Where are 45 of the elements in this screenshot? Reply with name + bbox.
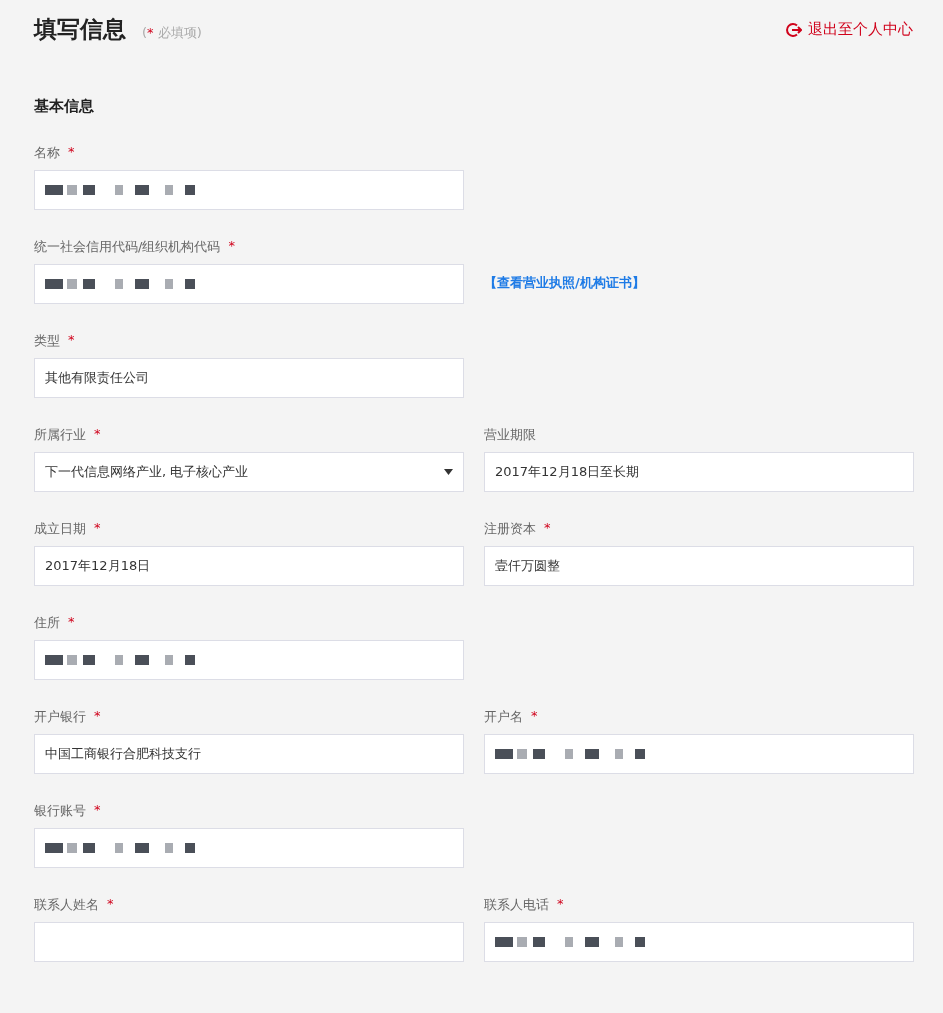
field-label: 联系人姓名: [34, 896, 99, 914]
field-label: 统一社会信用代码/组织机构代码: [34, 238, 221, 256]
required-mark: *: [94, 708, 101, 725]
field-label: 开户银行: [34, 708, 86, 726]
required-mark: *: [107, 896, 114, 913]
field-label: 注册资本: [484, 520, 536, 538]
select-field[interactable]: 下一代信息网络产业, 电子核心产业: [34, 452, 464, 492]
field-label: 类型: [34, 332, 60, 350]
required-note: (* 必填项): [142, 24, 202, 42]
view-license-link[interactable]: 【查看营业执照/机构证书】: [484, 274, 645, 292]
input-field[interactable]: 中国工商银行合肥科技支行: [34, 734, 464, 774]
field-label: 银行账号: [34, 802, 86, 820]
required-mark: *: [557, 896, 564, 913]
field-label: 联系人电话: [484, 896, 549, 914]
required-mark: *: [228, 238, 235, 255]
exit-icon: [786, 21, 802, 38]
required-mark: *: [531, 708, 538, 725]
input-field[interactable]: [484, 922, 914, 962]
required-mark: *: [68, 332, 75, 349]
section-title: 基本信息: [34, 97, 95, 116]
logout-link[interactable]: 退出至个人中心: [786, 20, 913, 39]
input-field[interactable]: [34, 640, 464, 680]
field-label: 营业期限: [484, 426, 536, 444]
input-field[interactable]: [34, 264, 464, 304]
input-field[interactable]: 2017年12月18日: [34, 546, 464, 586]
field-label: 所属行业: [34, 426, 86, 444]
input-field[interactable]: [34, 828, 464, 868]
required-mark: *: [94, 520, 101, 537]
required-mark: *: [94, 426, 101, 443]
input-field[interactable]: [34, 922, 464, 962]
required-mark: *: [94, 802, 101, 819]
required-mark: *: [544, 520, 551, 537]
field-label: 开户名: [484, 708, 523, 726]
input-field[interactable]: 2017年12月18日至长期: [484, 452, 914, 492]
input-field[interactable]: [34, 170, 464, 210]
page-title: 填写信息: [34, 15, 126, 44]
input-field[interactable]: 其他有限责任公司: [34, 358, 464, 398]
input-field[interactable]: 壹仟万圆整: [484, 546, 914, 586]
input-field[interactable]: [484, 734, 914, 774]
field-label: 住所: [34, 614, 60, 632]
required-mark: *: [68, 614, 75, 631]
field-label: 成立日期: [34, 520, 86, 538]
caret-icon: [444, 469, 453, 475]
field-label: 名称: [34, 144, 60, 162]
required-mark: *: [68, 144, 75, 161]
